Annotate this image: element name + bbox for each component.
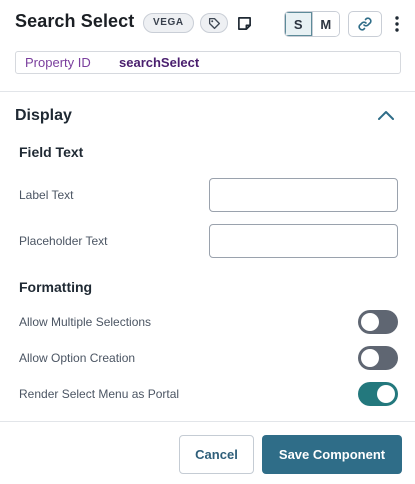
tag-button[interactable]	[200, 13, 228, 33]
toggle-knob	[361, 313, 379, 331]
component-title: Search Select	[15, 11, 135, 31]
chevron-up-icon[interactable]	[377, 108, 395, 122]
header-divider	[0, 91, 415, 92]
render-select-menu-as-portal-label: Render Select Menu as Portal	[19, 387, 180, 401]
allow-option-creation-toggle[interactable]	[358, 346, 398, 370]
property-id-field: Property ID searchSelect	[15, 51, 401, 74]
save-component-button[interactable]: Save Component	[262, 435, 402, 474]
field-text-heading: Field Text	[19, 144, 84, 160]
note-icon	[237, 16, 251, 30]
cancel-button[interactable]: Cancel	[179, 435, 254, 474]
kebab-menu-icon	[395, 16, 399, 32]
allow-multiple-selections-toggle[interactable]	[358, 310, 398, 334]
size-s-button[interactable]: S	[285, 12, 312, 36]
tag-icon	[208, 17, 220, 29]
allow-option-creation-label: Allow Option Creation	[19, 351, 136, 365]
footer-divider	[0, 421, 415, 422]
panel-header: Search Select VEGA S M	[0, 0, 415, 48]
property-id-value: searchSelect	[119, 55, 200, 70]
copy-link-button[interactable]	[348, 11, 382, 37]
size-toggle-group: S M	[284, 11, 340, 37]
placeholder-text-input[interactable]	[209, 224, 398, 258]
placeholder-text-label: Placeholder Text	[19, 234, 108, 248]
label-text-input[interactable]	[209, 178, 398, 212]
note-button[interactable]	[236, 14, 252, 32]
display-section-title[interactable]: Display	[15, 107, 72, 125]
link-icon	[358, 17, 372, 31]
size-m-button[interactable]: M	[311, 12, 339, 36]
vega-badge: VEGA	[143, 13, 194, 33]
allow-multiple-selections-label: Allow Multiple Selections	[19, 315, 152, 329]
more-options-button[interactable]	[390, 13, 404, 35]
property-id-label: Property ID	[25, 55, 91, 70]
toggle-knob	[377, 385, 395, 403]
toggle-knob	[361, 349, 379, 367]
label-text-label: Label Text	[19, 188, 74, 202]
formatting-heading: Formatting	[19, 279, 93, 295]
render-select-menu-as-portal-toggle[interactable]	[358, 382, 398, 406]
